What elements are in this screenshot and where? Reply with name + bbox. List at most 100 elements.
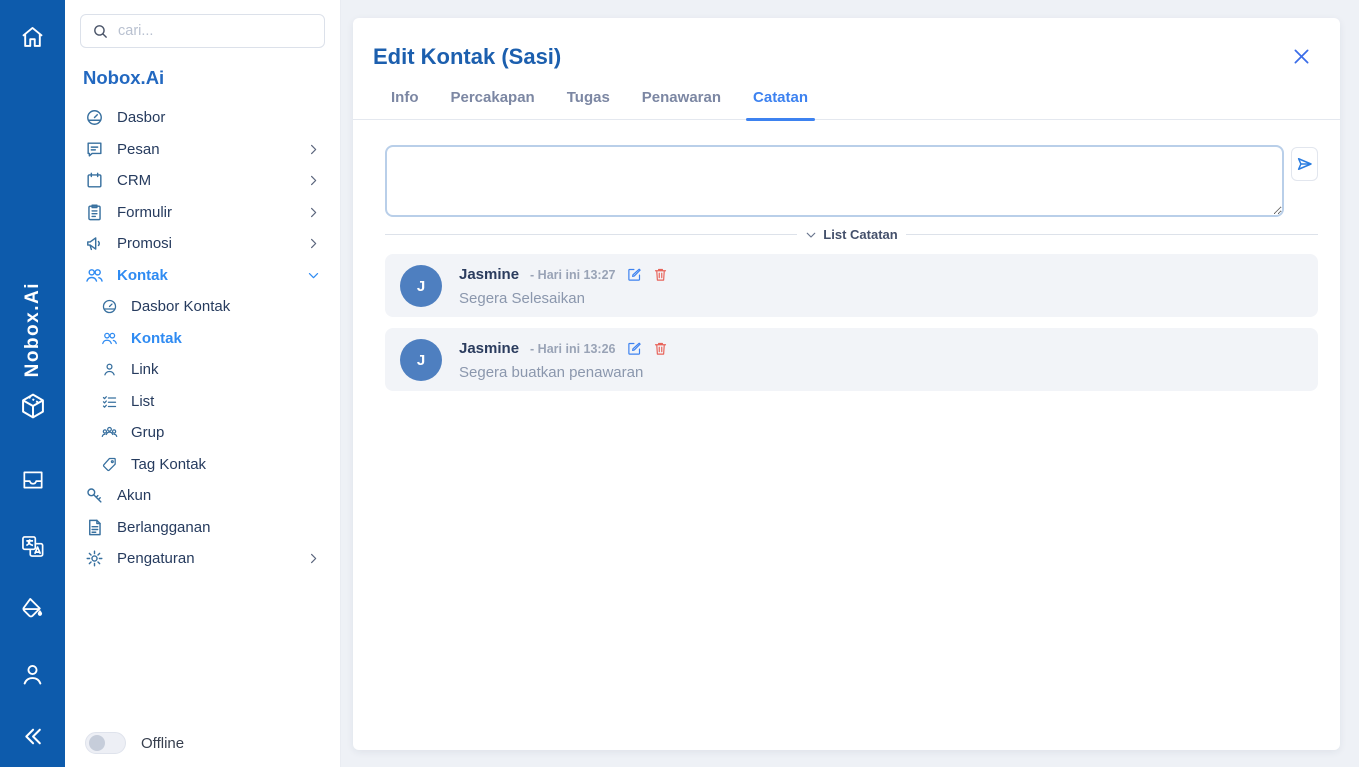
notes-list: J Jasmine - Hari ini 13:27 Segera Selesa… — [385, 254, 1318, 391]
note-input[interactable] — [385, 145, 1284, 217]
sidebar-item-list[interactable]: List — [80, 386, 325, 418]
search-input[interactable] — [118, 23, 313, 39]
icon-rail: Nobox.Ai — [0, 0, 65, 767]
note-text: Segera buatkan penawaran — [459, 364, 668, 381]
sidebar-item-link[interactable]: Link — [80, 354, 325, 386]
list-catatan-toggle[interactable]: List Catatan — [805, 227, 897, 242]
edit-note-icon[interactable] — [627, 341, 642, 356]
card-header: Edit Kontak (Sasi) — [353, 18, 1340, 70]
users-icon — [85, 266, 104, 285]
note-item: J Jasmine - Hari ini 13:27 Segera Selesa… — [385, 254, 1318, 317]
dashboard-icon — [85, 108, 104, 127]
chevron-right-icon — [307, 206, 320, 219]
sidebar-item-label: Pesan — [117, 141, 160, 158]
note-item: J Jasmine - Hari ini 13:26 Segera buatka… — [385, 328, 1318, 391]
paint-bucket-icon[interactable] — [16, 591, 50, 625]
main-area: Edit Kontak (Sasi) Info Percakapan Tugas… — [341, 0, 1359, 767]
sidebar-item-label: Dasbor — [117, 109, 165, 126]
tab-penawaran[interactable]: Penawaran — [626, 89, 737, 119]
sidebar-item-label: Promosi — [117, 235, 172, 252]
sidebar-menu: Dasbor Pesan CRM Formulir Promosi Kontak — [80, 102, 325, 575]
tab-percakapan[interactable]: Percakapan — [435, 89, 551, 119]
sidebar-item-label: Akun — [117, 487, 151, 504]
sidebar-item-label: List — [131, 393, 154, 410]
sidebar-item-label: Kontak — [117, 267, 168, 284]
user-icon[interactable] — [16, 657, 50, 691]
note-header: Jasmine - Hari ini 13:26 — [459, 340, 668, 357]
delete-note-icon[interactable] — [653, 267, 668, 282]
chevron-right-icon — [307, 174, 320, 187]
users-icon — [101, 330, 118, 347]
sidebar-item-kontak[interactable]: Kontak — [80, 260, 325, 292]
divider-line — [385, 234, 797, 235]
sidebar-item-pengaturan[interactable]: Pengaturan — [80, 543, 325, 575]
sidebar-item-tag-kontak[interactable]: Tag Kontak — [80, 449, 325, 481]
tag-icon — [101, 456, 118, 473]
sidebar-item-formulir[interactable]: Formulir — [80, 197, 325, 229]
note-timestamp: - Hari ini 13:27 — [530, 268, 615, 282]
offline-label: Offline — [141, 735, 184, 752]
sidebar-item-grup[interactable]: Grup — [80, 417, 325, 449]
tab-catatan[interactable]: Catatan — [737, 89, 824, 119]
note-author: Jasmine — [459, 266, 519, 283]
sidebar-item-label: CRM — [117, 172, 151, 189]
inbox-icon[interactable] — [16, 463, 50, 497]
divider-line — [906, 234, 1318, 235]
edit-note-icon[interactable] — [627, 267, 642, 282]
sidebar-item-label: Link — [131, 361, 159, 378]
home-icon[interactable] — [16, 20, 50, 54]
document-icon — [85, 518, 104, 537]
sidebar-item-dasbor-kontak[interactable]: Dasbor Kontak — [80, 291, 325, 323]
offline-toggle[interactable] — [85, 732, 126, 754]
group-icon — [101, 424, 118, 441]
sidebar-item-dasbor[interactable]: Dasbor — [80, 102, 325, 134]
key-icon — [85, 486, 104, 505]
avatar: J — [400, 265, 442, 307]
tab-info[interactable]: Info — [375, 89, 435, 119]
sidebar-item-label: Pengaturan — [117, 550, 195, 567]
chevron-right-icon — [307, 237, 320, 250]
list-catatan-label: List Catatan — [823, 227, 897, 242]
chevron-right-icon — [307, 143, 320, 156]
sidebar-item-kontak-sub[interactable]: Kontak — [80, 323, 325, 355]
sidebar-item-label: Grup — [131, 424, 164, 441]
gear-icon — [85, 549, 104, 568]
sidebar-item-label: Dasbor Kontak — [131, 298, 230, 315]
toggle-knob — [89, 735, 105, 751]
list-catatan-divider: List Catatan — [385, 227, 1318, 242]
sidebar-item-label: Formulir — [117, 204, 172, 221]
dashboard-icon — [101, 298, 118, 315]
sidebar-item-pesan[interactable]: Pesan — [80, 134, 325, 166]
send-button[interactable] — [1291, 147, 1318, 181]
sidebar-item-label: Berlangganan — [117, 519, 210, 536]
note-author: Jasmine — [459, 340, 519, 357]
sidebar-item-crm[interactable]: CRM — [80, 165, 325, 197]
checklist-icon — [101, 393, 118, 410]
chevron-down-icon — [805, 229, 817, 241]
message-icon — [85, 140, 104, 159]
edit-contact-card: Edit Kontak (Sasi) Info Percakapan Tugas… — [353, 18, 1340, 750]
sidebar-item-promosi[interactable]: Promosi — [80, 228, 325, 260]
tab-content-catatan: List Catatan J Jasmine - Hari ini 13:27 — [353, 120, 1340, 750]
megaphone-icon — [85, 234, 104, 253]
collapse-double-chevron-icon[interactable] — [16, 719, 50, 753]
user-icon — [101, 361, 118, 378]
close-icon[interactable] — [1289, 44, 1314, 69]
chevron-down-icon — [307, 269, 320, 282]
sidebar-brand: Nobox.Ai — [83, 67, 325, 89]
sidebar-item-akun[interactable]: Akun — [80, 480, 325, 512]
avatar: J — [400, 339, 442, 381]
note-compose-row — [385, 145, 1318, 217]
sidebar-item-label: Kontak — [131, 330, 182, 347]
sidebar-item-label: Tag Kontak — [131, 456, 206, 473]
calendar-icon — [85, 171, 104, 190]
cube-logo-icon — [16, 389, 50, 423]
clipboard-icon — [85, 203, 104, 222]
note-text: Segera Selesaikan — [459, 290, 668, 307]
translate-icon[interactable] — [16, 529, 50, 563]
sidebar-item-berlangganan[interactable]: Berlangganan — [80, 512, 325, 544]
search-box — [80, 14, 325, 48]
tab-tugas[interactable]: Tugas — [551, 89, 626, 119]
delete-note-icon[interactable] — [653, 341, 668, 356]
offline-row: Offline — [85, 732, 184, 754]
